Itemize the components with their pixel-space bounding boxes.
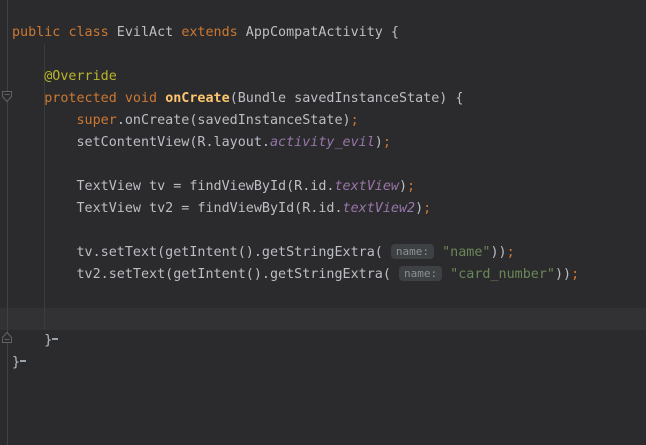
code-token: (Bundle savedInstanceState) { [230,91,464,106]
code-token: setContentView(R.layout. [12,135,270,150]
code-line: setContentView(R.layout.activity_evil); [12,132,646,154]
code-line [12,286,646,308]
code-editor[interactable]: public class EvilAct extends AppCompatAc… [0,0,646,445]
code-token: )) [490,245,506,260]
code-token: )) [555,267,571,282]
code-token: ; [383,135,391,150]
code-token: .onCreate(savedInstanceState) [117,113,351,128]
parameter-hint-pill: name: [399,266,442,281]
code-token: tv2.setText(getIntent().getStringExtra( [12,267,399,282]
code-token [52,338,58,340]
code-line: tv2.setText(getIntent().getStringExtra( … [12,264,646,286]
code-token: "name" [442,245,490,260]
code-line: TextView tv = findViewById(R.id.textView… [12,176,646,198]
code-token: class [68,25,108,40]
code-token: ) [399,179,407,194]
code-line: protected void onCreate(Bundle savedInst… [12,88,646,110]
code-token: textView2 [343,201,416,216]
code-token: public [12,25,60,40]
code-area[interactable]: public class EvilAct extends AppCompatAc… [12,22,646,374]
code-line [12,308,646,330]
code-token [20,360,26,362]
code-token: void [125,91,157,106]
code-token: textView [334,179,399,194]
gutter-fold-line [7,0,8,445]
code-token: AppCompatActivity { [238,25,399,40]
code-token: ; [407,179,415,194]
code-token: ; [571,267,579,282]
code-token: ) [415,201,423,216]
code-token: "card_number" [450,267,555,282]
code-token: @Override [44,69,117,84]
code-token: } [12,333,52,348]
code-line: } [12,330,646,352]
code-token [157,91,165,106]
code-token [12,91,44,106]
code-line: @Override [12,66,646,88]
code-token [12,113,77,128]
code-line [12,44,646,66]
code-line: public class EvilAct extends AppCompatAc… [12,22,646,44]
code-token: EvilAct [109,25,182,40]
code-token: ; [351,113,359,128]
code-token: protected [44,91,117,106]
code-line: tv.setText(getIntent().getStringExtra( n… [12,242,646,264]
code-line: TextView tv2 = findViewById(R.id.textVie… [12,198,646,220]
code-token [434,245,442,260]
code-token: ; [423,201,431,216]
code-token: ; [507,245,515,260]
code-token: TextView tv2 = findViewById(R.id. [12,201,343,216]
code-line: super.onCreate(savedInstanceState); [12,110,646,132]
code-line [12,154,646,176]
code-token: activity_evil [270,135,375,150]
code-token: super [77,113,117,128]
code-line [12,220,646,242]
code-token [12,69,44,84]
code-token: TextView tv = findViewById(R.id. [12,179,334,194]
code-line: } [12,352,646,374]
code-token: } [12,355,20,370]
code-token [442,267,450,282]
code-token: tv.setText(getIntent().getStringExtra( [12,245,391,260]
code-token: onCreate [165,91,230,106]
code-token: extends [181,25,237,40]
code-token [117,91,125,106]
parameter-hint-pill: name: [391,244,434,259]
code-token: ) [375,135,383,150]
